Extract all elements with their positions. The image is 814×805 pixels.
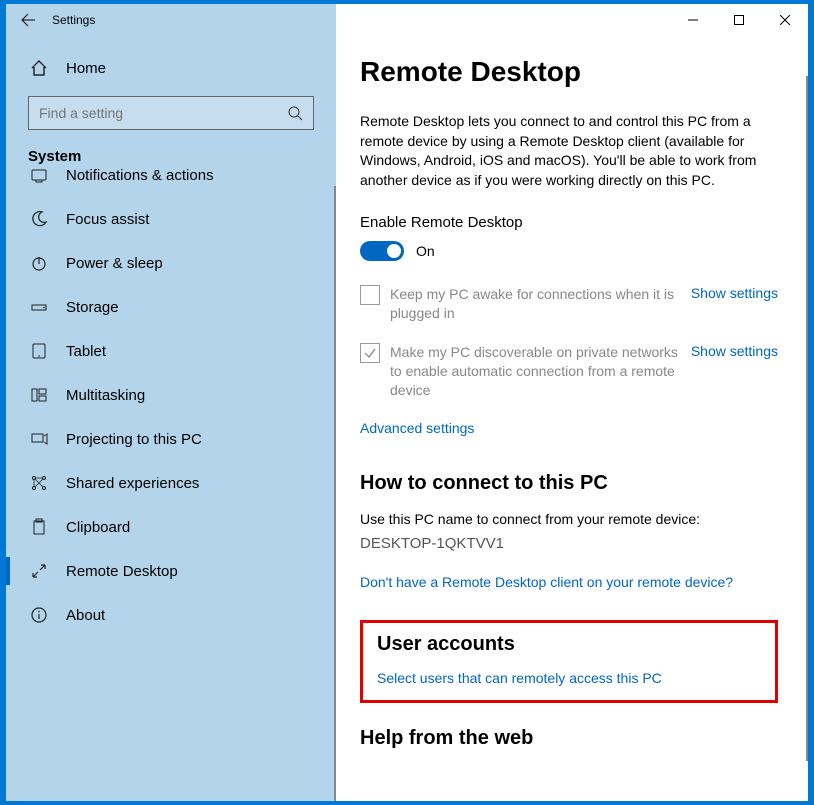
content-area: Remote Desktop Remote Desktop lets you c…: [336, 36, 808, 801]
home-icon: [28, 59, 50, 77]
share-icon: [28, 474, 50, 492]
sidebar-item-power-sleep[interactable]: Power & sleep: [6, 241, 336, 285]
arrow-left-icon: [20, 12, 36, 28]
home-button[interactable]: Home: [6, 48, 336, 88]
window-title: Settings: [50, 13, 95, 27]
info-icon: [28, 606, 50, 624]
connect-header: How to connect to this PC: [360, 472, 778, 495]
sidebar-item-about[interactable]: About: [6, 593, 336, 637]
back-button[interactable]: [6, 4, 50, 36]
sidebar-item-label: Storage: [50, 299, 119, 316]
help-header: Help from the web: [360, 727, 778, 750]
home-label: Home: [50, 60, 106, 77]
close-icon: [780, 15, 790, 25]
power-icon: [28, 254, 50, 272]
sidebar-item-remote-desktop[interactable]: Remote Desktop: [6, 549, 336, 593]
settings-window: Settings Home Syst: [6, 4, 808, 801]
checkmark-icon: [363, 346, 377, 360]
search-icon: [287, 105, 303, 121]
keep-awake-show-settings[interactable]: Show settings: [691, 285, 778, 301]
drive-icon: [28, 298, 50, 316]
select-users-link[interactable]: Select users that can remotely access th…: [377, 670, 662, 686]
discoverable-show-settings[interactable]: Show settings: [691, 343, 778, 359]
sidebar-item-notifications-actions[interactable]: Notifications & actions: [6, 153, 336, 197]
minimize-button[interactable]: [670, 4, 716, 36]
pc-name: DESKTOP-1QKTVV1: [360, 535, 778, 552]
sidebar-item-label: Multitasking: [50, 387, 145, 404]
toggle-state-text: On: [416, 243, 435, 259]
option-discoverable: Make my PC discoverable on private netwo…: [360, 343, 778, 400]
discoverable-checkbox[interactable]: [360, 343, 380, 363]
clipboard-icon: [28, 518, 50, 536]
sidebar-item-focus-assist[interactable]: Focus assist: [6, 197, 336, 241]
sidebar: Home System Notifications & actionsFocus…: [6, 36, 336, 801]
enable-label: Enable Remote Desktop: [360, 214, 778, 231]
search-box[interactable]: [28, 96, 314, 130]
sidebar-item-label: Focus assist: [50, 211, 149, 228]
close-button[interactable]: [762, 4, 808, 36]
sidebar-item-projecting-to-this-pc[interactable]: Projecting to this PC: [6, 417, 336, 461]
project-icon: [28, 430, 50, 448]
page-title: Remote Desktop: [360, 56, 778, 88]
titlebar: Settings: [6, 4, 808, 36]
search-input[interactable]: [39, 105, 287, 121]
sidebar-item-label: Shared experiences: [50, 475, 199, 492]
sidebar-item-label: Tablet: [50, 343, 106, 360]
sidebar-item-label: Remote Desktop: [50, 563, 178, 580]
multitask-icon: [28, 386, 50, 404]
keep-awake-checkbox[interactable]: [360, 285, 380, 305]
enable-toggle[interactable]: [360, 241, 404, 261]
maximize-button[interactable]: [716, 4, 762, 36]
option-keep-awake: Keep my PC awake for connections when it…: [360, 285, 778, 323]
page-description: Remote Desktop lets you connect to and c…: [360, 112, 770, 190]
discoverable-label: Make my PC discoverable on private netwo…: [390, 343, 691, 400]
nav-list: Notifications & actions Focus assist Power…: [6, 153, 336, 637]
content-scrollbar[interactable]: [806, 76, 808, 761]
minimize-icon: [688, 15, 698, 25]
sidebar-item-tablet[interactable]: Tablet: [6, 329, 336, 373]
sidebar-item-label: Projecting to this PC: [50, 431, 202, 448]
user-accounts-header: User accounts: [377, 633, 761, 656]
remote-icon: [28, 562, 50, 580]
connect-text: Use this PC name to connect from your re…: [360, 511, 778, 527]
tablet-icon: [28, 342, 50, 360]
maximize-icon: [734, 15, 744, 25]
sidebar-item-storage[interactable]: Storage: [6, 285, 336, 329]
sidebar-item-label: Power & sleep: [50, 255, 163, 272]
user-accounts-highlight: User accounts Select users that can remo…: [360, 620, 778, 703]
advanced-settings-link[interactable]: Advanced settings: [360, 420, 474, 436]
keep-awake-label: Keep my PC awake for connections when it…: [390, 285, 691, 323]
sidebar-item-clipboard[interactable]: Clipboard: [6, 505, 336, 549]
sidebar-item-label: Notifications & actions: [50, 167, 214, 184]
bell-icon: [28, 166, 50, 184]
sidebar-item-label: About: [50, 607, 105, 624]
sidebar-item-shared-experiences[interactable]: Shared experiences: [6, 461, 336, 505]
moon-icon: [28, 210, 50, 228]
sidebar-item-label: Clipboard: [50, 519, 130, 536]
sidebar-item-multitasking[interactable]: Multitasking: [6, 373, 336, 417]
client-link[interactable]: Don't have a Remote Desktop client on yo…: [360, 574, 733, 590]
